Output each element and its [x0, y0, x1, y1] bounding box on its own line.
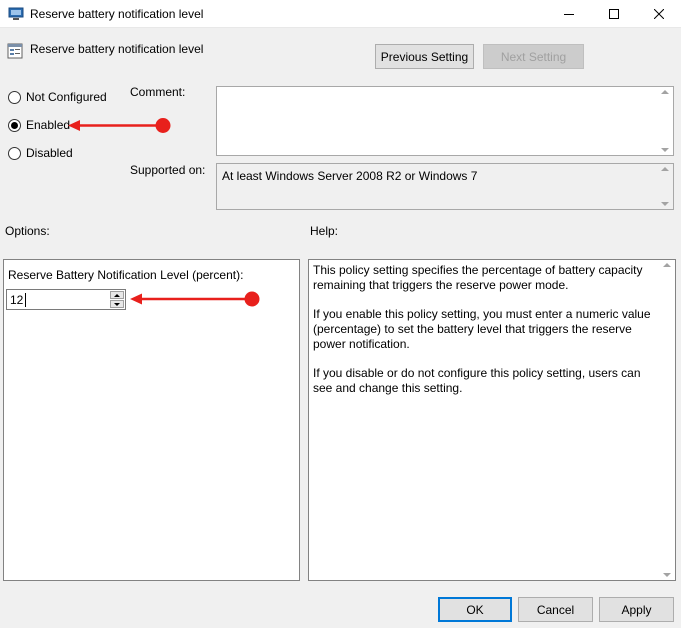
close-button[interactable]	[636, 0, 681, 28]
help-panel: This policy setting specifies the percen…	[308, 259, 676, 581]
radio-label: Enabled	[26, 118, 71, 132]
supported-on-label: Supported on:	[130, 163, 206, 177]
spin-buttons[interactable]	[110, 291, 124, 308]
window-title: Reserve battery notification level	[30, 7, 204, 21]
help-scrollbar[interactable]	[658, 260, 675, 580]
help-paragraph: If you disable or do not configure this …	[313, 366, 641, 395]
minimize-icon	[563, 14, 574, 15]
scroll-up-icon[interactable]	[660, 90, 669, 94]
radio-disabled[interactable]: Disabled	[8, 145, 73, 161]
ok-button[interactable]: OK	[438, 597, 512, 622]
previous-setting-button[interactable]: Previous Setting	[375, 44, 474, 69]
spin-up-icon	[114, 293, 120, 297]
battery-level-spinbox[interactable]: 12	[6, 289, 126, 310]
spin-down-button[interactable]	[110, 300, 124, 308]
title-bar: Reserve battery notification level	[0, 0, 681, 28]
help-paragraph: If you enable this policy setting, you m…	[313, 307, 651, 351]
scroll-down-icon[interactable]	[660, 202, 669, 206]
radio-not-configured[interactable]: Not Configured	[8, 89, 107, 105]
close-icon	[653, 9, 664, 19]
radio-label: Not Configured	[26, 90, 107, 104]
text-caret	[25, 293, 26, 307]
annotation-arrow-enabled	[68, 118, 171, 133]
setting-name: Reserve battery notification level	[30, 42, 204, 56]
help-paragraph: This policy setting specifies the percen…	[313, 263, 643, 292]
spin-up-button[interactable]	[110, 291, 124, 299]
radio-circle-selected[interactable]	[8, 118, 21, 132]
comment-label: Comment:	[130, 85, 186, 99]
supported-on-field: At least Windows Server 2008 R2 or Windo…	[216, 163, 674, 210]
scroll-up-icon[interactable]	[662, 263, 671, 267]
policy-setting-icon	[7, 43, 23, 59]
scroll-down-icon[interactable]	[660, 148, 669, 152]
app-icon	[8, 7, 24, 20]
next-setting-button[interactable]: Next Setting	[483, 44, 584, 69]
scroll-down-icon[interactable]	[662, 573, 671, 577]
radio-enabled[interactable]: Enabled	[8, 117, 70, 133]
radio-label: Disabled	[26, 146, 73, 160]
battery-level-label: Reserve Battery Notification Level (perc…	[8, 268, 244, 282]
battery-level-value[interactable]: 12	[10, 293, 23, 307]
comment-textarea[interactable]	[216, 86, 674, 156]
scroll-up-icon[interactable]	[660, 167, 669, 171]
help-label: Help:	[310, 224, 339, 238]
comment-scrollbar[interactable]	[656, 87, 673, 155]
maximize-icon	[608, 9, 619, 19]
supported-scrollbar[interactable]	[656, 164, 673, 209]
help-text: This policy setting specifies the percen…	[313, 263, 653, 410]
supported-on-value: At least Windows Server 2008 R2 or Windo…	[222, 169, 478, 183]
radio-circle[interactable]	[8, 146, 21, 160]
maximize-button[interactable]	[591, 0, 636, 28]
apply-button[interactable]: Apply	[599, 597, 674, 622]
options-label: Options:	[5, 224, 50, 238]
minimize-button[interactable]	[546, 0, 591, 28]
radio-circle[interactable]	[8, 90, 21, 104]
cancel-button[interactable]: Cancel	[518, 597, 593, 622]
spin-down-icon	[114, 302, 120, 306]
